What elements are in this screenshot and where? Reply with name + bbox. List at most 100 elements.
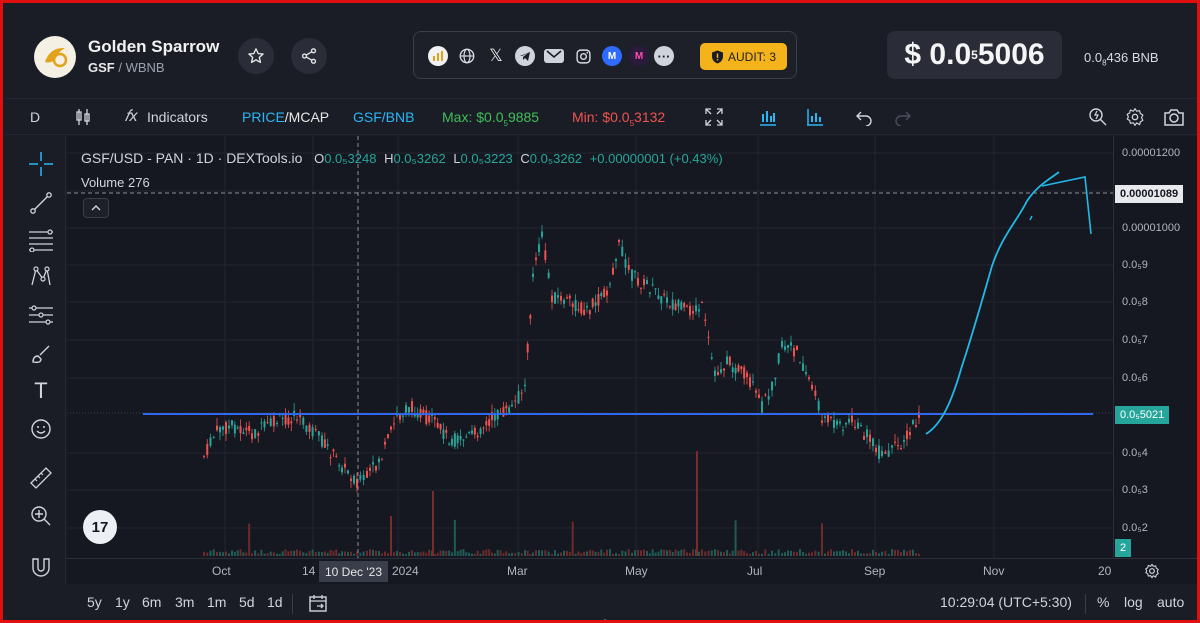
instagram-icon[interactable] <box>573 46 593 66</box>
volume-bar <box>541 550 543 556</box>
volume-bar <box>817 551 820 556</box>
volume-bar <box>860 553 862 556</box>
candle-body <box>863 435 865 440</box>
time-axis[interactable]: Oct 14 10 Dec '23 2024 Mar May Jul Sep N… <box>67 558 1197 584</box>
candle-body <box>520 392 523 394</box>
range-1y[interactable]: 1y <box>115 594 130 610</box>
quick-search-icon[interactable] <box>1087 106 1109 128</box>
email-icon[interactable] <box>544 49 564 63</box>
globe-icon[interactable] <box>457 46 477 66</box>
candle-body <box>615 259 617 262</box>
mcap-option: /MCAP <box>284 109 330 125</box>
range-5d[interactable]: 5d <box>239 594 255 610</box>
volume-bar <box>737 550 740 556</box>
range-1d[interactable]: 1d <box>267 594 283 610</box>
range-3m[interactable]: 3m <box>175 594 194 610</box>
candle-body <box>311 427 314 437</box>
volume-bar <box>704 551 707 556</box>
volume-chart-icon[interactable] <box>804 106 826 128</box>
volume-bar <box>462 549 465 556</box>
favorite-button[interactable] <box>238 38 274 74</box>
volume-bar <box>502 552 505 556</box>
candle-body <box>544 250 547 260</box>
tradingview-logo[interactable]: 17 <box>83 510 117 544</box>
cmc-icon[interactable] <box>428 46 448 66</box>
percent-scale-toggle[interactable]: % <box>1097 594 1109 610</box>
volume-value: 276 <box>128 175 150 190</box>
pair-toggle[interactable]: GSF/BNB <box>353 109 414 125</box>
candle-body <box>668 306 671 308</box>
volume-bar <box>290 550 293 556</box>
magnet-tool-icon[interactable] <box>28 554 54 580</box>
log-scale-toggle[interactable]: log <box>1124 594 1143 610</box>
text-tool-icon[interactable]: T <box>28 378 54 404</box>
range-5y[interactable]: 5y <box>87 594 102 610</box>
chart-pane[interactable]: GSF/USD - PAN · 1D · DEXTools.io O0.0₅32… <box>67 136 1113 558</box>
undo-icon[interactable] <box>853 106 875 128</box>
trend-line-tool-icon[interactable] <box>28 190 54 216</box>
candle-body <box>646 280 648 285</box>
indicators-button[interactable]: Indicators <box>147 109 208 125</box>
x-icon[interactable]: 𝕏 <box>486 46 506 66</box>
settings-icon[interactable] <box>1124 106 1146 128</box>
dextools-icon[interactable]: M <box>629 46 649 66</box>
volume-bar <box>317 551 320 556</box>
redo-icon[interactable] <box>892 106 914 128</box>
clock[interactable]: 10:29:04 (UTC+5:30) <box>940 594 1072 610</box>
zoom-in-tool-icon[interactable] <box>28 503 54 529</box>
candle-body <box>802 363 804 372</box>
candle-body <box>833 419 835 428</box>
fib-retracement-tool-icon[interactable] <box>28 227 54 253</box>
candle-body <box>891 445 893 448</box>
ruler-tool-icon[interactable] <box>28 465 54 491</box>
go-to-date-icon[interactable] <box>307 592 329 614</box>
chart-settings-icon[interactable] <box>1144 563 1160 582</box>
volume-bar <box>402 553 404 556</box>
camera-icon[interactable] <box>1163 106 1185 128</box>
collapse-legend-button[interactable] <box>83 198 109 218</box>
more-icon[interactable]: ··· <box>654 46 674 66</box>
price-mcap-toggle[interactable]: PRICE/MCAP <box>242 109 329 125</box>
crosshair-tool-icon[interactable] <box>28 151 54 177</box>
candle-body <box>323 439 326 448</box>
legend-high: 0.0₅3262 <box>393 151 446 166</box>
trades-chart-icon[interactable] <box>757 106 779 128</box>
range-1m[interactable]: 1m <box>207 594 226 610</box>
emoji-tool-icon[interactable] <box>28 416 54 442</box>
candle-body <box>411 401 413 413</box>
pattern-tool-icon[interactable] <box>28 264 54 290</box>
candle-body <box>887 450 890 457</box>
brush-tool-icon[interactable] <box>28 341 54 367</box>
telegram-icon[interactable] <box>515 46 535 66</box>
prediction-tool-icon[interactable] <box>28 302 54 328</box>
candle-body <box>714 370 716 376</box>
price-chart[interactable] <box>67 136 1113 558</box>
time-tick: May <box>625 564 648 578</box>
volume-bar <box>387 553 389 556</box>
share-button[interactable] <box>291 38 327 74</box>
candles-icon[interactable] <box>72 106 94 128</box>
price-scale[interactable]: 0.00001200 0.00001089 0.00001000 0.0₅9 0… <box>1113 136 1197 558</box>
candle-body <box>428 415 431 423</box>
volume-bar <box>680 549 683 556</box>
volume-bar <box>366 550 368 556</box>
volume-bar <box>293 550 296 556</box>
audit-badge[interactable]: AUDIT: 3 <box>700 43 787 70</box>
volume-bar <box>296 549 298 556</box>
volume-bar <box>257 553 260 556</box>
candle-body <box>731 367 734 373</box>
candle-body <box>811 384 813 390</box>
pair-quote: WBNB <box>125 60 165 75</box>
divider <box>292 594 293 614</box>
expand-panel-icon[interactable] <box>600 613 610 620</box>
interval-button[interactable]: D <box>30 109 40 125</box>
fullscreen-icon[interactable] <box>703 106 725 128</box>
candle-body <box>476 435 479 438</box>
auto-scale-toggle[interactable]: auto <box>1157 594 1184 610</box>
candle-body <box>900 448 902 450</box>
range-6m[interactable]: 6m <box>142 594 161 610</box>
volume-bar <box>532 552 534 556</box>
coinmarketcap-icon[interactable]: M <box>602 46 622 66</box>
volume-bar <box>266 553 269 556</box>
candle-body <box>851 415 853 423</box>
